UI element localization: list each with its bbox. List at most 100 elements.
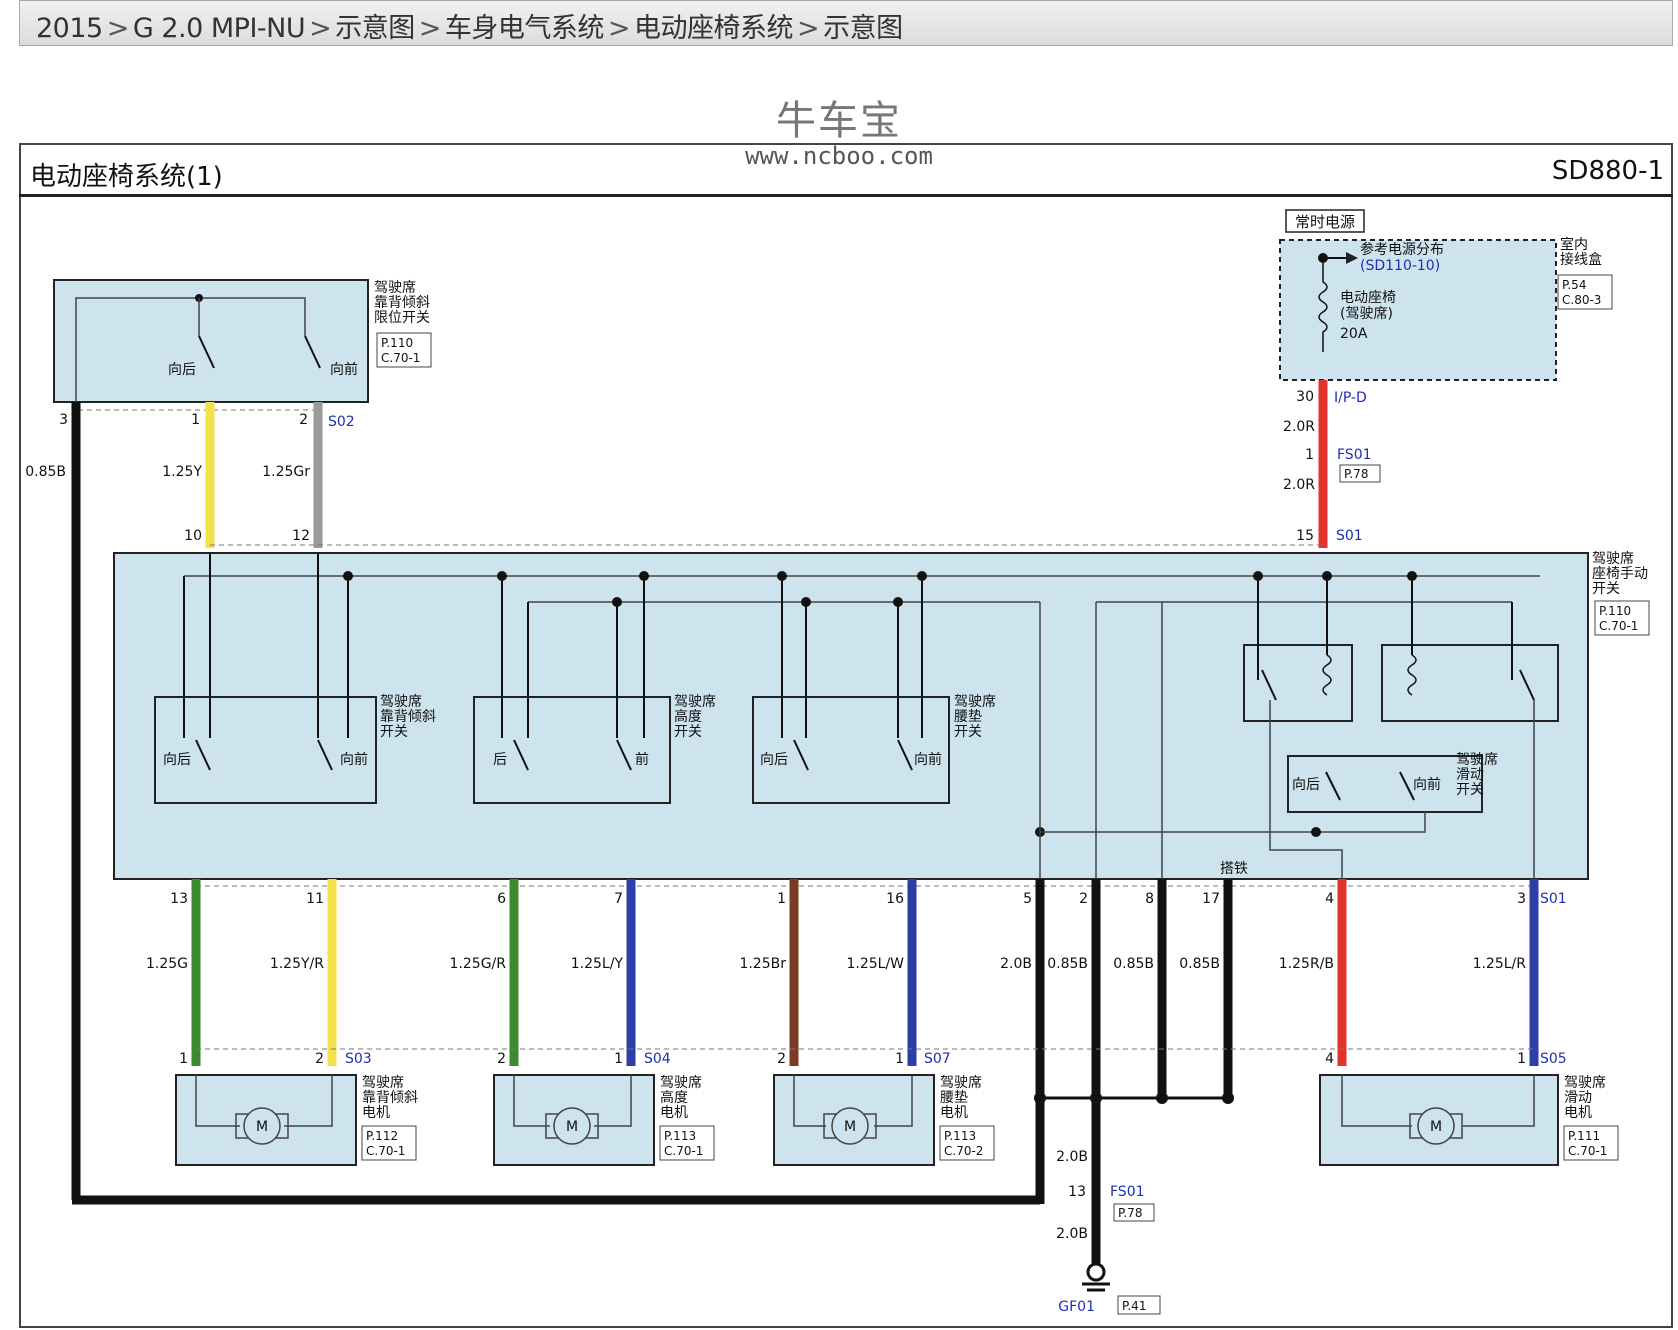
height-switch-name-3: 开关 — [674, 724, 702, 740]
bottom-pin-10: 17 — [1202, 891, 1220, 907]
motor-recline-symbol: M — [256, 1119, 268, 1135]
motor-lumbar-pin-a: 2 — [777, 1051, 786, 1067]
recline-limit-back-label: 向后 — [168, 362, 196, 378]
motor-recline-name-1: 驾驶席 — [362, 1075, 404, 1091]
motor-slide-name-2: 滑动 — [1564, 1089, 1592, 1106]
bottom-pin-3: 6 — [497, 891, 506, 907]
motor-height-name-1: 驾驶席 — [660, 1075, 702, 1091]
motor-lumbar-ref-2: C.70-2 — [944, 1144, 983, 1158]
lumbar-switch-name-2: 腰垫 — [954, 709, 982, 725]
height-switch-name-2: 高度 — [674, 708, 702, 725]
power-ref-note: 参考电源分布 — [1360, 241, 1444, 258]
bottom-wire-4: 1.25L/Y — [571, 956, 624, 972]
bottom-pin-2: 11 — [306, 891, 324, 907]
junction-ref-2: C.80-3 — [1562, 293, 1601, 307]
recline-limit-name-1: 驾驶席 — [374, 280, 416, 296]
internal-ground-label: 搭铁 — [1220, 861, 1248, 877]
lumbar-switch-left: 向后 — [760, 752, 788, 768]
motor-lumbar-ref-1: P.113 — [944, 1129, 976, 1143]
motor-recline-pin-b: 2 — [315, 1051, 324, 1067]
motor-recline-splice: S03 — [345, 1051, 372, 1067]
power-ref-code: (SD110-10) — [1360, 258, 1440, 274]
recline-limit-pin-2: 2 — [299, 412, 308, 428]
recline-limit-ref-2: C.70-1 — [381, 351, 420, 365]
left-ground-wire: 0.85B — [25, 464, 66, 480]
main-switch-name-1: 驾驶席 — [1592, 551, 1634, 567]
motor-height-pin-a: 2 — [497, 1051, 506, 1067]
height-switch-left: 后 — [493, 752, 507, 768]
motor-height-ref-2: C.70-1 — [664, 1144, 703, 1158]
power-fs-pin: 1 — [1305, 447, 1314, 463]
bottom-wire-2: 1.25Y/R — [270, 956, 324, 972]
recline-limit-pin-3: 3 — [59, 412, 68, 428]
recline-switch — [154, 696, 377, 804]
motor-recline-name-2: 靠背倾斜 — [362, 1090, 418, 1106]
bottom-wire-8: 0.85B — [1047, 956, 1088, 972]
power-source-label: 常时电源 — [1295, 213, 1355, 231]
main-bottom-splice: S01 — [1540, 891, 1567, 907]
ground-fs-ref: P.78 — [1118, 1206, 1142, 1220]
motor-slide-ref-2: C.70-1 — [1568, 1144, 1607, 1158]
recline-limit-name-3: 限位开关 — [374, 310, 430, 326]
bottom-pin-8: 2 — [1079, 891, 1088, 907]
main-switch-name-3: 开关 — [1592, 581, 1620, 597]
lumbar-switch-name-1: 驾驶席 — [954, 694, 996, 710]
bottom-wire-6: 1.25L/W — [846, 956, 904, 972]
motor-lumbar-name-2: 腰垫 — [940, 1090, 968, 1106]
motor-slide-pin-a: 4 — [1325, 1051, 1334, 1067]
motor-height-pin-b: 1 — [614, 1051, 623, 1067]
power-wire-1: 2.0R — [1283, 419, 1315, 435]
motor-recline-name-3: 电机 — [362, 1105, 390, 1121]
motor-slide-name-3: 电机 — [1564, 1105, 1592, 1121]
power-wire-2: 2.0R — [1283, 477, 1315, 493]
height-switch-name-1: 驾驶席 — [674, 694, 716, 710]
bottom-wire-5: 1.25Br — [739, 956, 786, 972]
recline-limit-splice: S02 — [328, 414, 355, 430]
ground-wire-top: 2.0B — [1056, 1149, 1088, 1165]
main-switch-name-2: 座椅手动 — [1592, 566, 1648, 582]
motor-slide-name-1: 驾驶席 — [1564, 1075, 1606, 1091]
recline-limit-name-2: 靠背倾斜 — [374, 295, 430, 311]
lumbar-switch-right: 向前 — [914, 751, 942, 768]
bottom-pin-5: 1 — [777, 891, 786, 907]
bottom-wire-10: 0.85B — [1179, 956, 1220, 972]
recline-switch-left: 向后 — [163, 752, 191, 768]
main-switch-ref-2: C.70-1 — [1599, 619, 1638, 633]
bottom-pin-1: 13 — [170, 891, 188, 907]
motor-height-name-2: 高度 — [660, 1089, 688, 1106]
motor-height-ref-1: P.113 — [664, 1129, 696, 1143]
power-pin: 30 — [1296, 389, 1314, 405]
left-gray-wire: 1.25Gr — [262, 464, 310, 480]
motor-lumbar-name-1: 驾驶席 — [940, 1075, 982, 1091]
bottom-wire-3: 1.25G/R — [450, 956, 507, 972]
bottom-pin-6: 16 — [886, 891, 904, 907]
motor-recline-pin-a: 1 — [179, 1051, 188, 1067]
bottom-wire-7: 2.0B — [1000, 956, 1032, 972]
bottom-pin-12: 3 — [1517, 891, 1526, 907]
bottom-pin-9: 8 — [1145, 891, 1154, 907]
bottom-wire-1: 1.25G — [146, 956, 188, 972]
height-switch — [473, 696, 671, 804]
bottom-wire-9: 0.85B — [1113, 956, 1154, 972]
fuse-name-2: (驾驶席) — [1340, 306, 1393, 322]
power-main-pin: 15 — [1296, 528, 1314, 544]
fuse-name-1: 电动座椅 — [1340, 290, 1396, 306]
motor-recline-ref-1: P.112 — [366, 1129, 398, 1143]
motor-height-symbol: M — [566, 1119, 578, 1135]
lumbar-switch-name-3: 开关 — [954, 724, 982, 740]
junction-ref-1: P.54 — [1562, 278, 1586, 292]
motor-height-name-3: 电机 — [660, 1105, 688, 1121]
ground-point-ref: P.41 — [1122, 1299, 1146, 1313]
bottom-pin-11: 4 — [1325, 891, 1334, 907]
motor-lumbar-symbol: M — [844, 1119, 856, 1135]
recline-switch-name-1: 驾驶席 — [380, 694, 422, 710]
fuse-rating: 20A — [1340, 326, 1368, 342]
motor-slide-splice: S05 — [1540, 1051, 1567, 1067]
ground-symbol — [1082, 1262, 1110, 1292]
recline-limit-ref-1: P.110 — [381, 336, 413, 350]
bottom-wire-11: 1.25R/B — [1279, 956, 1334, 972]
height-switch-right: 前 — [635, 751, 649, 768]
main-pin-12: 12 — [292, 528, 310, 544]
junction-box-name-2: 接线盒 — [1560, 251, 1602, 268]
power-main-splice: S01 — [1336, 528, 1363, 544]
